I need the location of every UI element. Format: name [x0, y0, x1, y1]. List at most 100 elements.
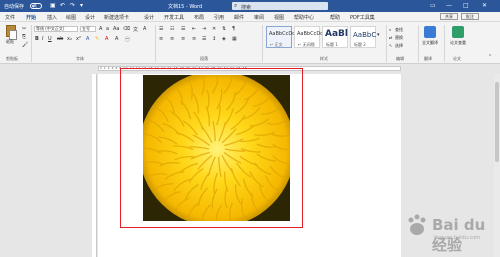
tab-help-center[interactable]: 帮助中心 [294, 14, 314, 21]
scrollbar-thumb[interactable] [495, 82, 499, 162]
tab-home[interactable]: 开始 [26, 14, 37, 23]
tab-review[interactable]: 审阅 [254, 14, 264, 21]
minimize-icon[interactable]: — [446, 2, 452, 9]
underline-icon[interactable]: U [48, 36, 52, 42]
styles-group-label: 样式 [320, 56, 328, 61]
find-icon[interactable]: ⌕ [389, 27, 391, 32]
tab-help[interactable]: 帮助 [330, 14, 340, 21]
autosave-state: 关 [33, 3, 37, 8]
decrease-indent-icon[interactable]: ⇤ [192, 26, 196, 32]
align-left-icon[interactable]: ≡ [159, 36, 163, 42]
multilevel-list-icon[interactable]: ☰ [181, 26, 185, 32]
shrink-font-icon[interactable]: a [106, 26, 109, 32]
select-icon[interactable]: ↖ [389, 43, 392, 48]
tab-layout[interactable]: 布局 [194, 14, 204, 21]
format-painter-icon[interactable]: 🖌 [22, 42, 28, 48]
paste-icon[interactable] [6, 25, 17, 40]
share-button[interactable]: 共享 [440, 13, 458, 20]
paragraph-group-label: 段落 [200, 56, 208, 61]
image-selection-border [120, 68, 303, 228]
numbering-icon[interactable]: ☷ [170, 26, 174, 32]
borders-icon[interactable]: ▦ [232, 36, 237, 42]
style-sample: AaBbC [353, 31, 377, 39]
close-icon[interactable]: ✕ [482, 2, 487, 9]
chinese-layout-icon[interactable]: ✕ [212, 26, 216, 32]
translate-icon[interactable] [424, 26, 436, 38]
char-border-icon[interactable]: A [143, 26, 146, 32]
bold-icon[interactable]: B [35, 36, 39, 42]
shading-icon[interactable]: ◈ [222, 36, 226, 42]
style-sample: AaBbCcDc [297, 31, 323, 37]
vertical-ruler[interactable] [92, 74, 97, 257]
search-box[interactable]: ⌕ 搜索 [232, 2, 328, 11]
text-effects-icon[interactable]: A [86, 36, 89, 42]
paste-label[interactable]: 粘贴 [6, 39, 14, 45]
redo-icon[interactable]: ↷ [70, 2, 75, 9]
style-heading-1[interactable]: AaBl 标题 1 [322, 26, 348, 48]
baidu-watermark: Bai du 经验 jingyan.baidu.com [388, 206, 498, 254]
font-group-label: 字体 [76, 56, 84, 61]
paper-check-icon[interactable] [452, 26, 464, 38]
style-heading-2[interactable]: AaBbC 标题 2 [350, 26, 376, 48]
align-center-icon[interactable]: ≡ [170, 36, 174, 42]
search-icon: ⌕ [234, 2, 238, 9]
font-color-icon[interactable]: A [105, 36, 108, 42]
style-no-spacing[interactable]: AaBbCcDc ↵ 无间隔 [294, 26, 323, 48]
paper-check-button[interactable]: 论文查重 [450, 40, 466, 46]
style-normal[interactable]: AaBbCcDc ↵ 正文 [266, 26, 295, 48]
sort-icon[interactable]: ⇅ [222, 26, 226, 32]
bullets-icon[interactable]: ☰ [159, 26, 163, 32]
italic-icon[interactable]: I [42, 36, 43, 42]
tab-references[interactable]: 引用 [214, 14, 224, 21]
paw-icon [408, 214, 426, 235]
enclose-char-icon[interactable]: ㊀ [125, 36, 130, 43]
show-marks-icon[interactable]: ¶ [232, 26, 235, 32]
ribbon-tabs: 文件 开始 插入 绘图 设计 新建选项卡 设计 开发工具 布局 引用 邮件 审阅… [0, 12, 500, 23]
style-name: ↵ 正文 [270, 42, 283, 47]
char-shading-icon[interactable]: A [115, 36, 118, 42]
tab-pdf-tools[interactable]: PDF工具集 [350, 14, 375, 21]
tab-developer[interactable]: 开发工具 [164, 14, 184, 21]
replace-button[interactable]: 替换 [395, 35, 403, 41]
highlight-icon[interactable]: ✎ [95, 36, 99, 42]
styles-more-icon[interactable]: ▾ [377, 32, 380, 38]
phonetic-icon[interactable]: 文 [133, 26, 138, 33]
find-button[interactable]: 查找 [395, 27, 403, 33]
increase-indent-icon[interactable]: ⇥ [202, 26, 206, 32]
style-name: 标题 2 [354, 42, 366, 47]
translate-button[interactable]: 全文翻译 [422, 40, 438, 46]
tab-draw[interactable]: 绘图 [66, 14, 76, 21]
grow-font-icon[interactable]: A [99, 26, 102, 32]
maximize-icon[interactable]: □ [463, 2, 469, 9]
change-case-icon[interactable]: Aa [113, 26, 119, 32]
subscript-icon[interactable]: x₂ [67, 36, 72, 42]
tab-view[interactable]: 视图 [274, 14, 284, 21]
align-right-icon[interactable]: ≡ [181, 36, 185, 42]
line-spacing-icon[interactable]: ↕ [212, 36, 216, 42]
tab-new[interactable]: 新建选项卡 [104, 14, 129, 21]
cut-icon[interactable]: ✂ [22, 26, 26, 32]
title-bar: 自动保存 关 ▣ ↶ ↷ ▾ 文档15 - Word ⌕ 搜索 ▭ — □ ✕ [0, 0, 500, 12]
tab-mailings[interactable]: 邮件 [234, 14, 244, 21]
customize-icon[interactable]: ▾ [80, 2, 83, 9]
superscript-icon[interactable]: x² [76, 36, 81, 42]
save-icon[interactable]: ▣ [50, 2, 56, 9]
font-name-select[interactable]: 等线 (中文正文) [34, 26, 78, 32]
comments-button[interactable]: 批注 [461, 13, 479, 20]
distribute-icon[interactable]: ☰ [202, 36, 206, 42]
replace-icon[interactable]: ⇄ [389, 35, 392, 40]
clear-format-icon[interactable]: ⌫ [123, 26, 130, 32]
copy-icon[interactable]: ⎘ [22, 34, 26, 40]
tab-design-2[interactable]: 设计 [144, 14, 154, 21]
strikethrough-icon[interactable]: ab [57, 36, 63, 42]
tab-design[interactable]: 设计 [85, 14, 95, 21]
select-button[interactable]: 选择 [395, 43, 403, 49]
autosave-label: 自动保存 [4, 4, 25, 10]
font-size-select[interactable]: 五号 [80, 26, 96, 32]
justify-icon[interactable]: ≡ [192, 36, 196, 42]
tab-file[interactable]: 文件 [5, 14, 15, 21]
collapse-ribbon-icon[interactable]: ⌃ [488, 54, 492, 60]
ribbon-options-icon[interactable]: ▭ [430, 2, 436, 9]
undo-icon[interactable]: ↶ [60, 2, 65, 9]
tab-insert[interactable]: 插入 [47, 14, 57, 21]
